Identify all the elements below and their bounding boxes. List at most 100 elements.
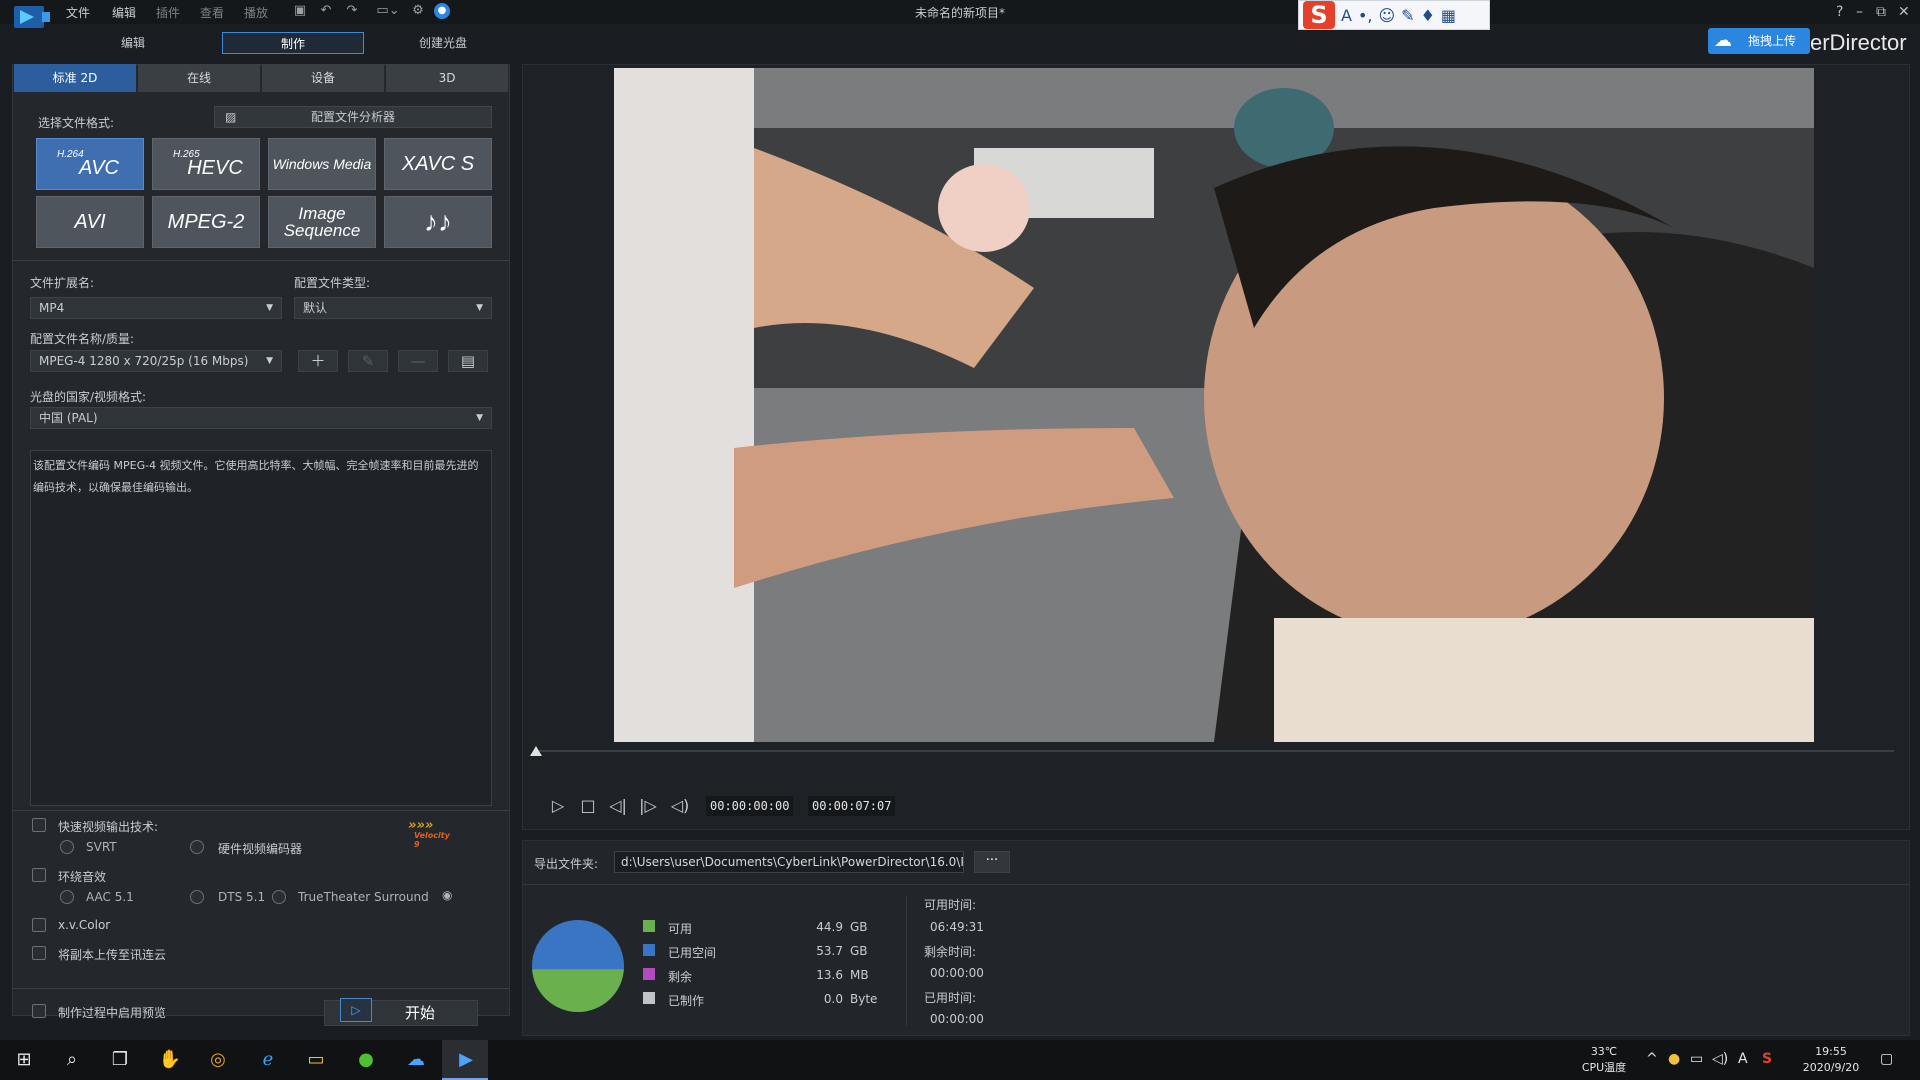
minimize-icon[interactable]: – [1856,4,1863,20]
format-hevc-sup: H.265 [173,149,200,160]
search-icon[interactable]: ⌕ [60,1048,84,1072]
surround-label: 环绕音效 [58,870,107,884]
browser-icon[interactable]: ◎ [206,1048,230,1072]
edit-profile-button[interactable]: ✎ [348,350,388,372]
legend-label-remaining: 剩余 [668,970,693,984]
profile-list-button[interactable]: ▤ [448,350,488,372]
svrt-radio[interactable] [60,840,74,854]
tab-standard-2d[interactable]: 标准 2D [14,64,136,92]
stop-icon[interactable]: □ [578,796,598,815]
truetheater-settings-icon[interactable]: ◉ [442,888,452,902]
file-explorer-icon[interactable]: ▭ [304,1048,328,1072]
format-avi-button[interactable]: AVI [36,196,144,248]
volume-icon[interactable]: ◁) [670,796,690,815]
windows-start-icon[interactable]: ⊞ [12,1048,36,1072]
remove-profile-button[interactable]: — [398,350,438,372]
tab-online[interactable]: 在线 [138,64,260,92]
close-icon[interactable]: ✕ [1898,4,1910,20]
task-view-icon[interactable]: ❐ [108,1048,132,1072]
sogou-tray-icon[interactable]: S [1762,1051,1772,1067]
tray-expand-icon[interactable]: ^ [1646,1051,1658,1067]
available-time-value: 06:49:31 [930,920,984,934]
format-avc-button[interactable]: H.264 AVC [36,138,144,190]
hand-app-icon[interactable]: ✋ [158,1048,182,1072]
dts-radio[interactable] [190,890,204,904]
powerdirector-taskbar-icon[interactable]: ▶ [454,1048,478,1072]
surround-checkbox[interactable] [32,868,46,882]
profile-type-label: 配置文件类型: [294,276,371,290]
tab-create-disc[interactable]: 创建光盘 [372,32,514,54]
xvcolor-label: x.v.Color [58,918,111,932]
tab-edit[interactable]: 编辑 [62,32,204,54]
format-audio-button[interactable]: ♪♪ [384,196,492,248]
ime-toolbar: S A •, ☺ ✎ ♦ ▦ [1298,0,1490,30]
aac-radio[interactable] [60,890,74,904]
format-xavcs-button[interactable]: XAVC S [384,138,492,190]
add-profile-button[interactable]: ＋ [298,350,338,372]
preview-during-checkbox[interactable] [32,1004,46,1018]
ime-grid-icon[interactable]: ▦ [1441,6,1456,25]
green-app-icon[interactable]: ● [354,1048,378,1072]
xvcolor-checkbox[interactable] [32,918,46,932]
fast-render-label: 快速视频输出技术: [58,820,159,834]
profile-name-dropdown[interactable]: MPEG-4 1280 x 720/25p (16 Mbps) ▼ [30,350,282,372]
file-extension-dropdown[interactable]: MP4 ▼ [30,297,282,319]
format-image-sequence-button[interactable]: Image Sequence [268,196,376,248]
cloud-app-icon[interactable]: ☁ [404,1048,428,1072]
analyzer-icon: ▨ [225,110,237,124]
hw-encoder-radio[interactable] [190,840,204,854]
next-frame-icon[interactable]: |▷ [638,796,658,815]
format-hevc-button[interactable]: H.265 HEVC [152,138,260,190]
tab-device[interactable]: 设备 [262,64,384,92]
volume-tray-icon[interactable]: ◁) [1712,1051,1728,1067]
tab-3d[interactable]: 3D [386,64,508,92]
divider [12,988,510,989]
ime-mic-icon[interactable]: ♦ [1421,6,1435,25]
used-time-value: 00:00:00 [930,1012,984,1026]
dts-label: DTS 5.1 [218,890,266,904]
profile-name-label: 配置文件名称/质量: [30,332,135,346]
legend-unit-used: GB [850,944,868,958]
prev-frame-icon[interactable]: ◁| [608,796,628,815]
legend-value-remaining: 13.6 [816,968,843,982]
browse-button[interactable]: ··· [974,851,1010,873]
system-clock[interactable]: 19:55 2020/9/20 [1796,1044,1866,1076]
ime-emoji-icon[interactable]: ☺ [1378,6,1395,25]
truetheater-label: TrueTheater Surround [298,890,429,904]
scrubber-handle[interactable] [530,746,542,756]
tab-produce[interactable]: 制作 [222,32,364,54]
export-folder-input[interactable]: d:\Users\user\Documents\CyberLink\PowerD… [614,851,964,873]
profile-type-dropdown[interactable]: 默认 ▼ [294,297,492,319]
video-preview[interactable] [614,68,1814,742]
truetheater-radio[interactable] [272,890,286,904]
timeline-scrubber[interactable] [534,750,1894,752]
ie-icon[interactable]: ℯ [256,1048,280,1072]
preview-during-label: 制作过程中启用预览 [58,1006,167,1020]
play-icon[interactable]: ▷ [548,796,568,815]
velocity-label: Velocity 9 [414,831,450,849]
restore-icon[interactable]: ⧉ [1876,4,1886,20]
clock-time: 19:55 [1815,1045,1847,1058]
brand-name: erDirector [1810,30,1907,55]
pie-available-slice [532,969,624,1012]
network-icon[interactable]: ▭ [1690,1051,1703,1067]
upload-copy-checkbox[interactable] [32,946,46,960]
legend-swatch-remaining [643,968,655,980]
fast-render-checkbox[interactable] [32,818,46,832]
sogou-icon[interactable]: S [1303,1,1335,29]
divider [12,260,510,261]
ime-punct-icon[interactable]: •, [1358,6,1373,25]
ime-indicator-icon[interactable]: A [1738,1051,1748,1067]
region-dropdown[interactable]: 中国 (PAL) ▼ [30,407,492,429]
ime-font-icon[interactable]: A [1341,6,1352,25]
tray-app-icon[interactable]: ● [1668,1051,1680,1067]
help-icon[interactable]: ? [1836,4,1843,20]
ime-pen-icon[interactable]: ✎ [1401,6,1414,25]
legend-label-available: 可用 [668,922,693,936]
format-wmv-button[interactable]: Windows Media [268,138,376,190]
profile-analyzer-button[interactable]: ▨ 配置文件分析器 [214,106,492,128]
legend-value-used: 53.7 [816,944,843,958]
format-mpeg2-button[interactable]: MPEG-2 [152,196,260,248]
window-title: 未命名的新项目* [914,6,1005,20]
notification-center-icon[interactable]: ▢ [1880,1051,1893,1067]
